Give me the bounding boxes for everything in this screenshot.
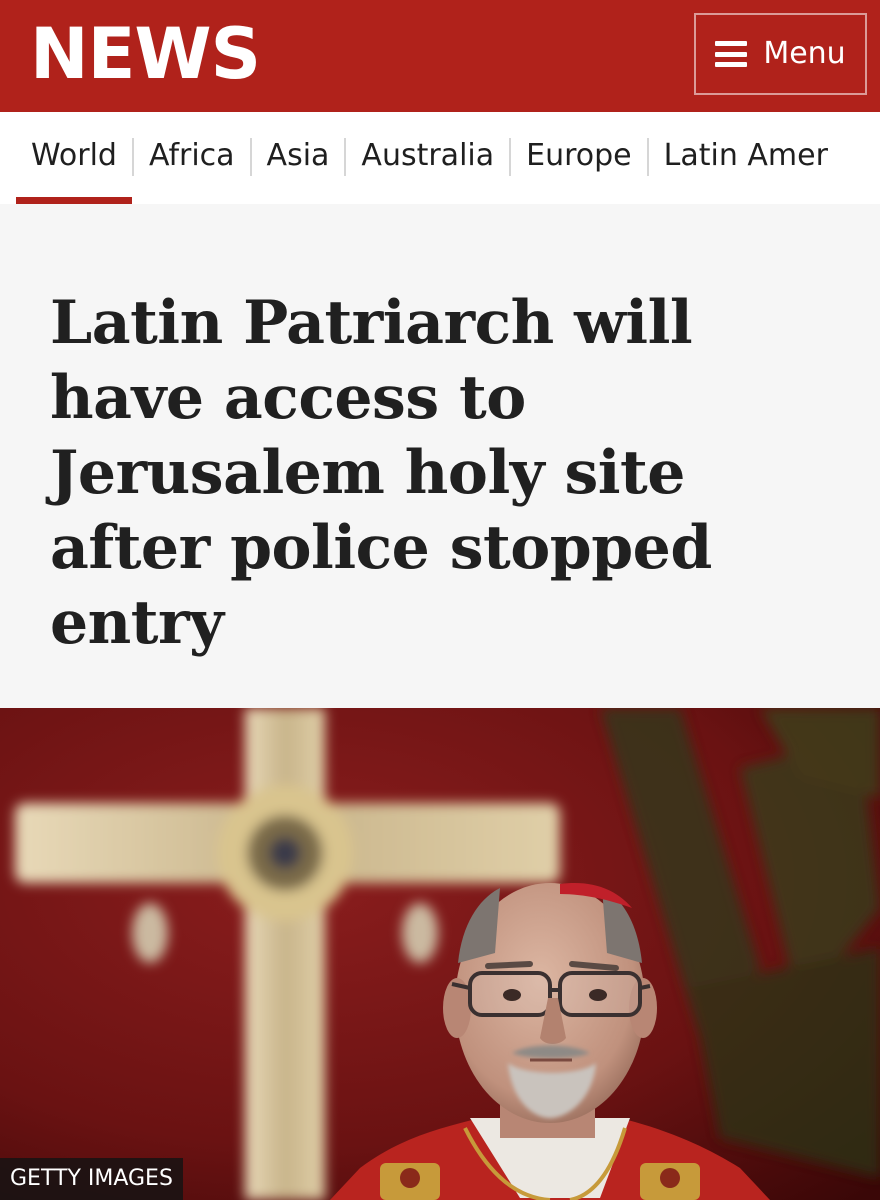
headline-section: Latin Patriarch will have access to Jeru…	[0, 204, 880, 708]
menu-label: Menu	[763, 36, 846, 71]
hamburger-icon	[715, 41, 748, 67]
nav-item-australia[interactable]: Australia	[346, 112, 509, 204]
news-logo[interactable]: NEWS	[30, 14, 261, 94]
nav-overflow-fade	[848, 112, 880, 204]
article-photo: GETTY IMAGES	[0, 708, 880, 1200]
nav-item-africa[interactable]: Africa	[134, 112, 250, 204]
article-photo-image	[0, 708, 880, 1200]
nav-item-latin-america[interactable]: Latin Amer	[649, 112, 843, 204]
menu-button[interactable]: Menu	[694, 13, 867, 95]
site-header: NEWS Menu	[0, 0, 880, 112]
nav-item-world[interactable]: World	[16, 112, 132, 204]
section-nav: World Africa Asia Australia Europe Latin…	[0, 112, 880, 204]
article-headline: Latin Patriarch will have access to Jeru…	[50, 288, 712, 658]
nav-item-asia[interactable]: Asia	[252, 112, 345, 204]
nav-item-europe[interactable]: Europe	[511, 112, 647, 204]
photo-credit: GETTY IMAGES	[0, 1158, 183, 1200]
